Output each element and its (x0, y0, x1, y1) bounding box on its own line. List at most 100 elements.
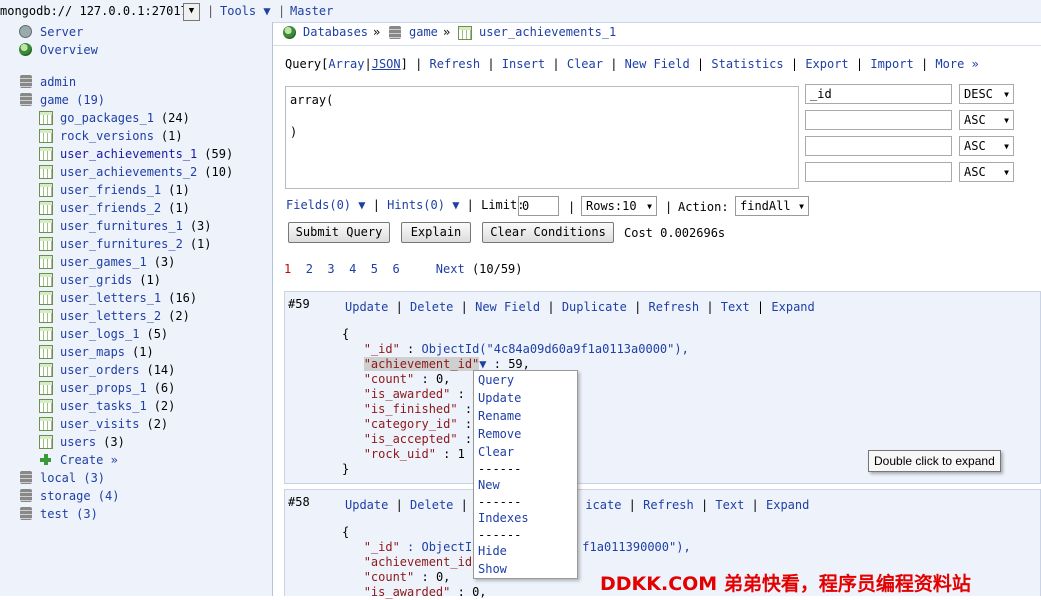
sidebar-item-label: Server (40, 25, 84, 39)
collection-icon (39, 237, 53, 251)
database-icon (19, 489, 33, 503)
sort-order-1[interactable]: DESC ▼ (959, 84, 1014, 104)
action-new-field[interactable]: New Field (625, 57, 690, 71)
doc-duplicate-link[interactable]: icate (585, 498, 621, 512)
globe-icon (283, 26, 296, 39)
collection-name: user_maps (60, 345, 126, 359)
document-actions: Update | Delete | New Field | Duplicate … (345, 300, 815, 314)
query-options: Fields(0) ▼ | Hints(0) ▼ | Limit: (286, 198, 525, 212)
page-link[interactable]: 5 (371, 262, 378, 276)
collection-icon (39, 417, 53, 431)
next-page-link[interactable]: Next (436, 262, 465, 276)
doc-refresh-link[interactable]: Refresh (643, 498, 694, 512)
doc-text-link[interactable]: Text (721, 300, 750, 314)
page-link[interactable]: 3 (327, 262, 334, 276)
page-link[interactable]: 4 (349, 262, 356, 276)
sort-order-2[interactable]: ASC ▼ (959, 110, 1014, 130)
doc-expand-link[interactable]: Expand (766, 498, 809, 512)
menu-item-clear[interactable]: Clear (478, 444, 514, 461)
collection-name: user_games_1 (60, 255, 147, 269)
chevron-down-icon: ▼ (799, 202, 804, 211)
sort-field-3[interactable] (805, 136, 952, 156)
breadcrumb-db[interactable]: game (409, 25, 438, 39)
menu-item-remove[interactable]: Remove (478, 426, 521, 443)
doc-delete-link[interactable]: Delete (410, 498, 453, 512)
doc-update-link[interactable]: Update (345, 498, 388, 512)
collection-icon (39, 201, 53, 215)
collection-count: (1) (189, 237, 212, 251)
collection-name: user_friends_2 (60, 201, 162, 215)
collection-count: (59) (204, 147, 234, 161)
menu-item-update[interactable]: Update (478, 390, 521, 407)
action-json[interactable]: JSON (372, 57, 401, 71)
separator: | (278, 4, 286, 18)
collection-name: user_grids (60, 273, 133, 287)
sort-order-3[interactable]: ASC ▼ (959, 136, 1014, 156)
chevron-down-icon: ▼ (647, 202, 652, 211)
connection-label: mongodb:// 127.0.0.1:27017 (0, 4, 188, 18)
explain-button[interactable]: Explain (401, 222, 471, 243)
sort-field-1[interactable]: _id (805, 84, 952, 104)
breadcrumb-databases[interactable]: Databases (303, 25, 368, 39)
collection-count: (5) (146, 327, 169, 341)
db-label: storage (4) (40, 489, 120, 503)
rows-select[interactable]: Rows:10 ▼ (581, 196, 657, 216)
tools-menu[interactable]: Tools ▼ (220, 4, 271, 18)
collection-icon (39, 255, 53, 269)
hints-dropdown[interactable]: Hints(0) ▼ (387, 198, 459, 212)
action-export[interactable]: Export (805, 57, 848, 71)
collection-name: users (60, 435, 97, 449)
action-import[interactable]: Import (870, 57, 913, 71)
action-label: Action: (678, 200, 729, 214)
page-link[interactable]: 2 (306, 262, 313, 276)
chevron-down-icon: ▼ (1004, 90, 1009, 99)
collection-label: users (3) (60, 433, 125, 451)
collection-label: user_props_1 (6) (60, 379, 175, 397)
master-link[interactable]: Master (290, 4, 333, 18)
menu-item-hide[interactable]: Hide (478, 543, 507, 560)
query-editor[interactable]: array( ) (285, 86, 799, 189)
sort-order-4[interactable]: ASC ▼ (959, 162, 1014, 182)
connection-dropdown[interactable]: ▼ (183, 3, 200, 21)
divider (273, 45, 1041, 46)
doc-update-link[interactable]: Update (345, 300, 388, 314)
doc-expand-link[interactable]: Expand (771, 300, 814, 314)
action-query[interactable]: Query (285, 57, 321, 71)
action-statistics[interactable]: Statistics (711, 57, 783, 71)
breadcrumb-collection[interactable]: user_achievements_1 (479, 25, 616, 39)
menu-item-query[interactable]: Query (478, 372, 514, 389)
doc-delete-link[interactable]: Delete (410, 300, 453, 314)
collection-icon (39, 327, 53, 341)
collection-name: user_props_1 (60, 381, 147, 395)
collection-count: (10) (204, 165, 234, 179)
page-link[interactable]: 6 (392, 262, 399, 276)
menu-item-rename[interactable]: Rename (478, 408, 521, 425)
action-insert[interactable]: Insert (502, 57, 545, 71)
db-label: game (19) (40, 93, 106, 107)
collection-icon (39, 183, 53, 197)
doc-new-field-link[interactable]: New Field (475, 300, 540, 314)
action-clear[interactable]: Clear (567, 57, 603, 71)
doc-text-link[interactable]: Text (715, 498, 744, 512)
limit-input[interactable]: 0 (518, 196, 559, 216)
separator: | (207, 4, 215, 18)
clear-conditions-button[interactable]: Clear Conditions (482, 222, 614, 243)
menu-item-new[interactable]: New (478, 477, 500, 494)
fields-dropdown[interactable]: Fields(0) ▼ (286, 198, 365, 212)
collection-icon (39, 291, 53, 305)
action-select[interactable]: findAll ▼ (735, 196, 809, 216)
sort-field-2[interactable] (805, 110, 952, 130)
field-key-highlighted: "achievement_id" (363, 357, 480, 371)
submit-query-button[interactable]: Submit Query (288, 222, 390, 243)
menu-item-indexes[interactable]: Indexes (478, 510, 529, 527)
sort-field-4[interactable] (805, 162, 952, 182)
doc-refresh-link[interactable]: Refresh (649, 300, 700, 314)
action-more[interactable]: More » (935, 57, 978, 71)
collection-name: user_tasks_1 (60, 399, 147, 413)
menu-item-show[interactable]: Show (478, 561, 507, 578)
action-refresh[interactable]: Refresh (430, 57, 481, 71)
action-array[interactable]: Array (328, 57, 364, 71)
doc-duplicate-link[interactable]: Duplicate (562, 300, 627, 314)
globe-icon (19, 43, 33, 57)
collection-name: user_furnitures_1 (60, 219, 183, 233)
